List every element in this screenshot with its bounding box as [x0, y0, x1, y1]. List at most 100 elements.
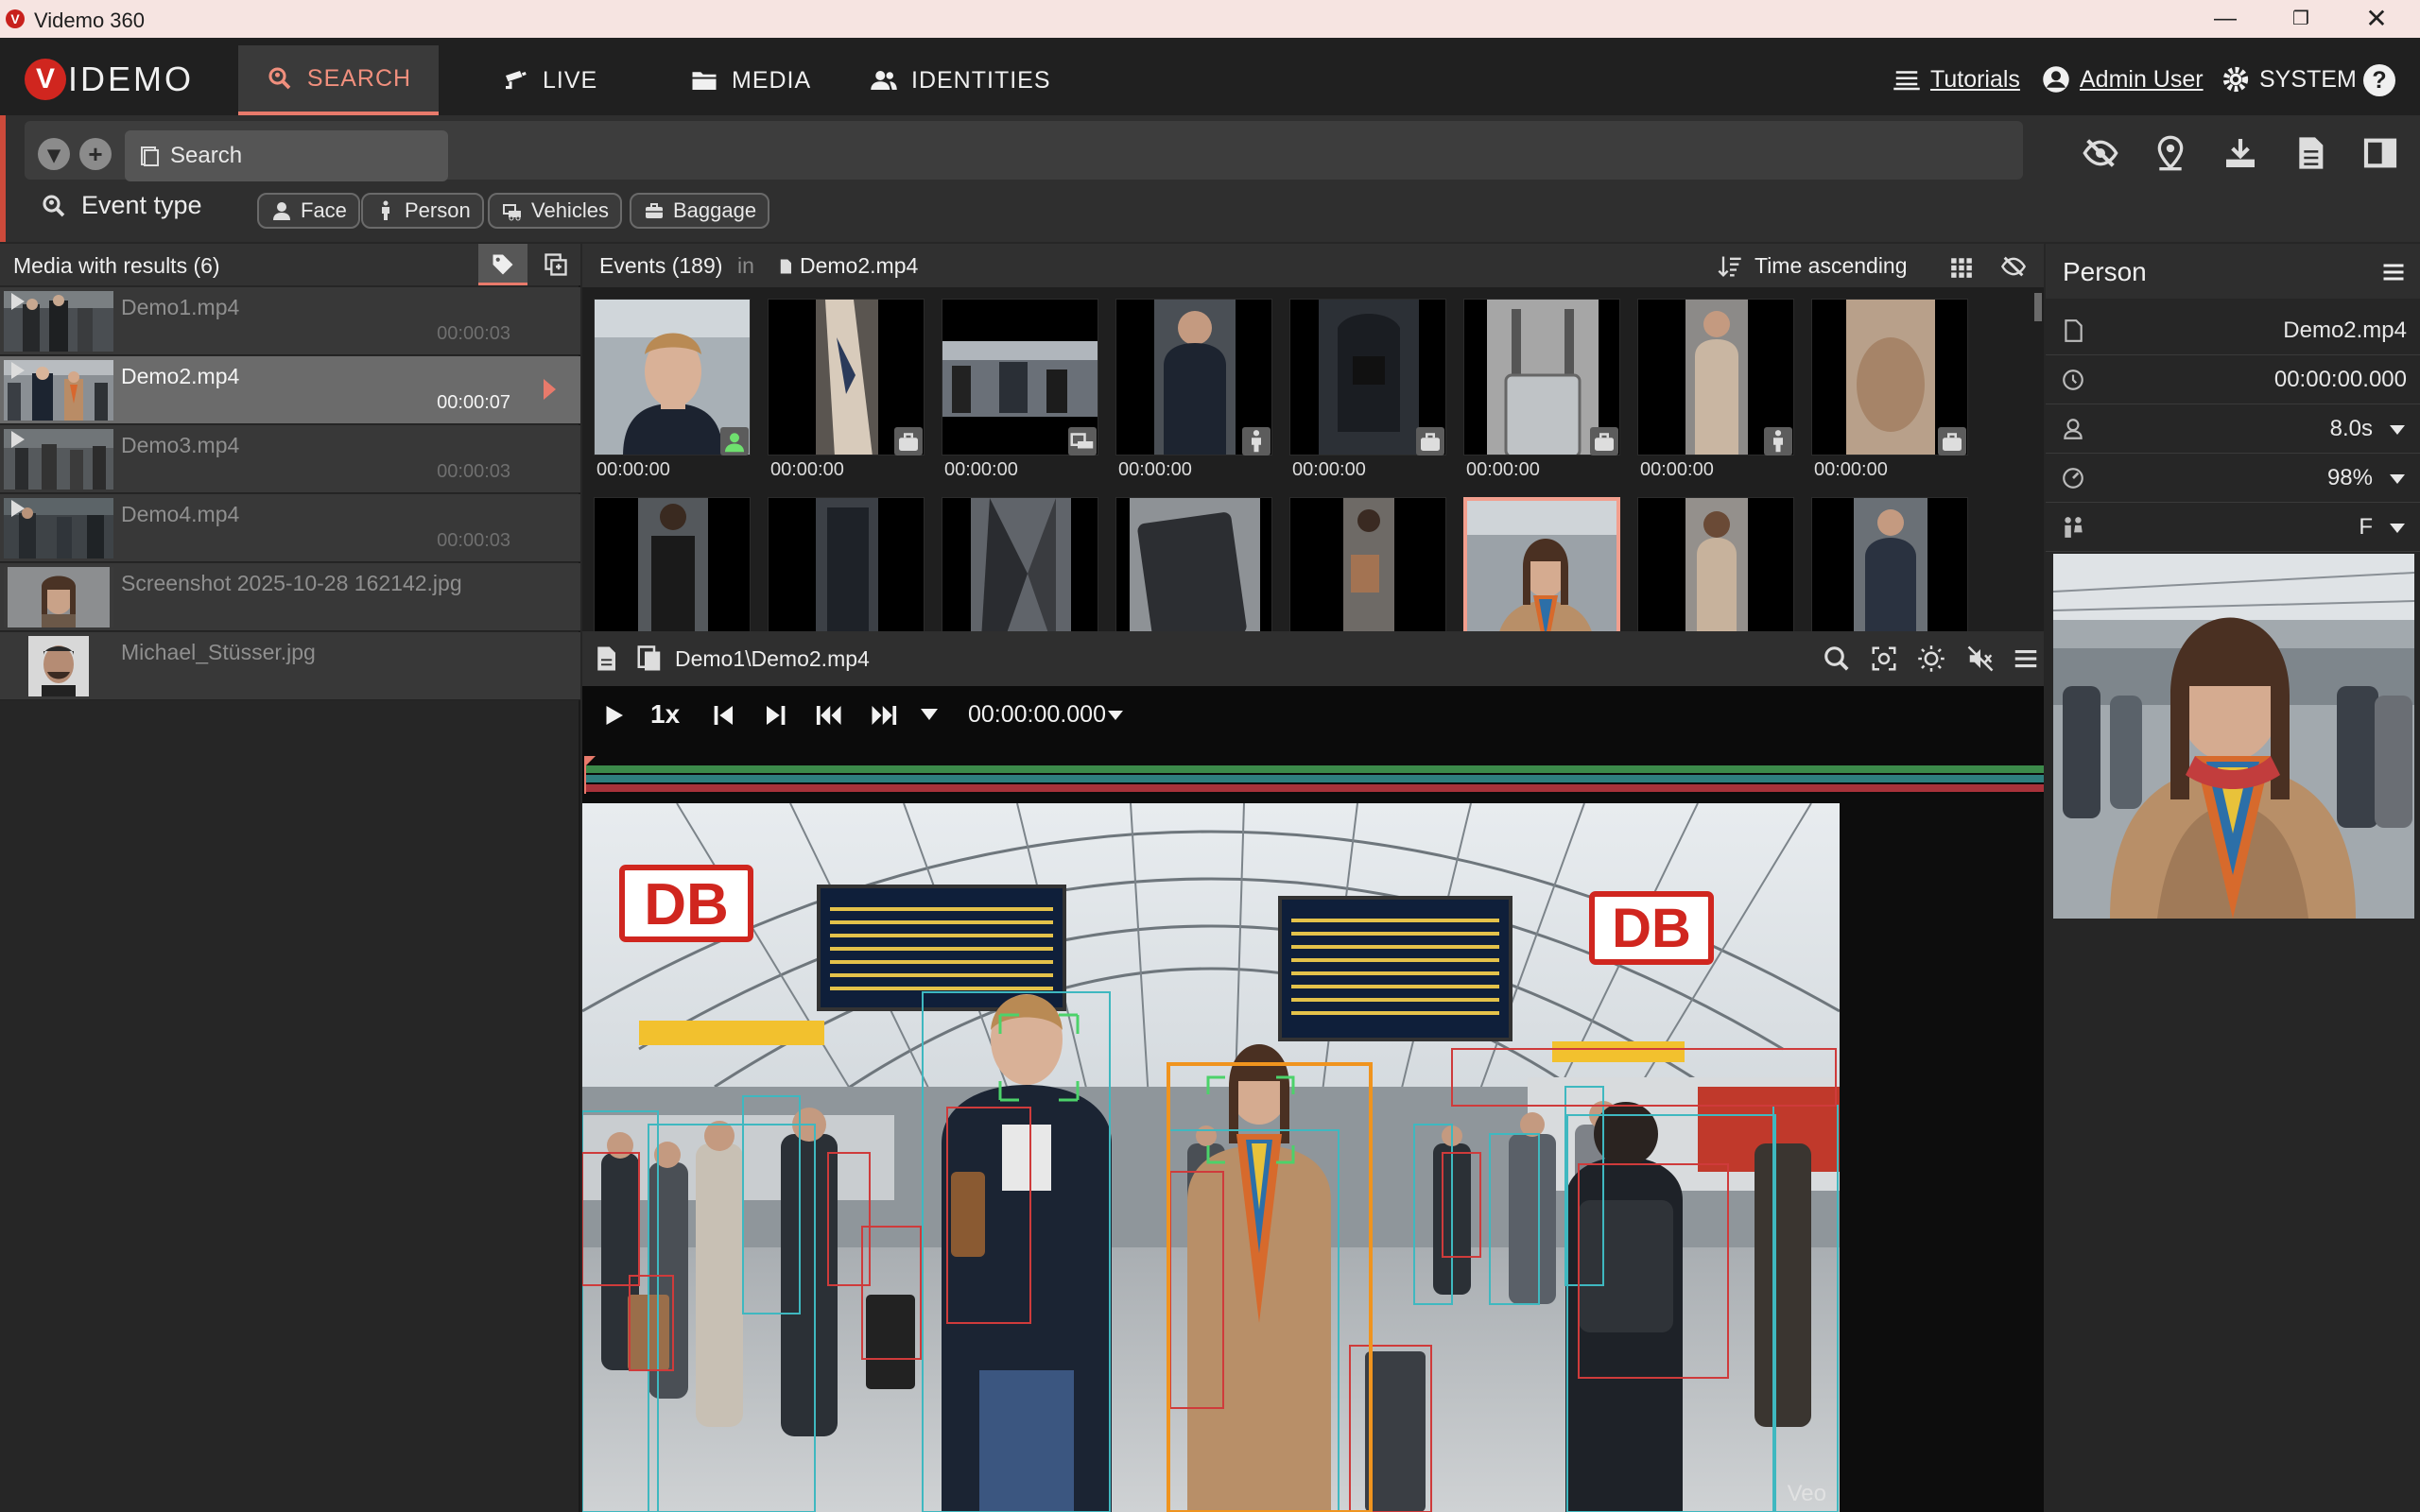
- user-name: Admin User: [2080, 65, 2204, 93]
- mute-icon: [1967, 645, 1994, 672]
- close-button[interactable]: ✕: [2341, 0, 2412, 38]
- user-menu[interactable]: Admin User: [2042, 62, 2204, 96]
- event-tile[interactable]: 00:00:00: [942, 299, 1098, 480]
- events-scrollbar[interactable]: [2034, 293, 2042, 321]
- media-item[interactable]: Michael_Stüsser.jpg: [0, 632, 580, 700]
- collapse-button[interactable]: ▾: [38, 138, 70, 170]
- detail-confidence-row[interactable]: 98%: [2046, 454, 2420, 503]
- event-tile[interactable]: [1811, 497, 1968, 631]
- media-path-button[interactable]: [635, 644, 664, 673]
- media-item-selected[interactable]: Demo2.mp4 00:00:07: [0, 356, 580, 424]
- search-bar: ▾ + Search: [25, 121, 2023, 181]
- speed-button[interactable]: 1x: [650, 699, 680, 729]
- prev-event-button[interactable]: [815, 701, 843, 730]
- sort-icon[interactable]: [1717, 253, 1743, 280]
- media-name: Demo4.mp4: [121, 502, 240, 526]
- person-badge-icon: [1242, 427, 1270, 455]
- download-button[interactable]: [2221, 134, 2259, 172]
- search-placeholder: Search: [170, 143, 243, 168]
- report-button[interactable]: [2291, 134, 2329, 172]
- panel-toggle-button[interactable]: [2361, 134, 2399, 172]
- events-title: Events (189): [599, 253, 723, 278]
- baggage-badge-icon: [1938, 427, 1966, 455]
- play-button[interactable]: [599, 701, 628, 730]
- baggage-badge-icon: [1590, 427, 1618, 455]
- hide-icon: [2083, 139, 2118, 167]
- file-button[interactable]: [592, 644, 620, 673]
- next-event-button[interactable]: [870, 701, 898, 730]
- event-tile[interactable]: [1637, 497, 1794, 631]
- snapshot-button[interactable]: [1870, 644, 1898, 673]
- timeline[interactable]: [582, 743, 2044, 794]
- event-type-label: Event type: [40, 191, 202, 220]
- tab-live[interactable]: LIVE: [463, 45, 635, 115]
- next-frame-button[interactable]: [762, 701, 790, 730]
- event-tile[interactable]: 00:00:00: [768, 299, 925, 480]
- tab-identities-label: IDENTITIES: [911, 66, 1051, 94]
- tab-search[interactable]: SEARCH: [238, 45, 439, 115]
- search-icon: [43, 194, 65, 216]
- tab-media[interactable]: MEDIA: [652, 45, 849, 115]
- zoom-button[interactable]: [1823, 644, 1851, 673]
- timecode[interactable]: 00:00:00.000: [968, 701, 1106, 730]
- mute-button[interactable]: [1966, 644, 1995, 673]
- skip-back-icon: [816, 706, 841, 725]
- prev-frame-button[interactable]: [709, 701, 737, 730]
- search-input[interactable]: Search: [125, 130, 448, 181]
- filter-person[interactable]: Person: [361, 193, 484, 229]
- events-in-label: in: [737, 253, 754, 278]
- event-tile-selected[interactable]: [1463, 497, 1620, 631]
- event-tile[interactable]: [1289, 497, 1446, 631]
- event-tile[interactable]: 00:00:00: [1115, 299, 1272, 480]
- chevron-down-icon: [2390, 474, 2405, 484]
- menu-icon[interactable]: [2380, 259, 2407, 285]
- media-item[interactable]: Demo4.mp4 00:00:03: [0, 494, 580, 562]
- chevron-down-icon: [2390, 524, 2405, 533]
- video-player: Demo1\Demo2.mp4 1x 00:00:00.000 DB DB Ve…: [582, 631, 2044, 1512]
- tutorials-link[interactable]: Tutorials: [1893, 62, 2020, 96]
- file-icon: [2065, 319, 2083, 342]
- media-item[interactable]: Screenshot 2025-10-28 162142.jpg: [0, 563, 580, 631]
- event-tile[interactable]: 00:00:00: [1637, 299, 1794, 480]
- media-item[interactable]: Demo1.mp4 00:00:03: [0, 287, 580, 355]
- help-button[interactable]: ?: [2363, 64, 2395, 96]
- event-tile[interactable]: 00:00:00: [1289, 299, 1446, 480]
- event-time: 00:00:00: [770, 459, 844, 480]
- sort-label[interactable]: Time ascending: [1754, 253, 1908, 279]
- hide-icon[interactable]: [2000, 253, 2027, 280]
- track-baggage: [586, 784, 2044, 792]
- tab-identities[interactable]: IDENTITIES: [832, 45, 1089, 115]
- more-controls-dropdown[interactable]: [921, 709, 938, 720]
- brightness-button[interactable]: [1917, 644, 1945, 673]
- filter-vehicles[interactable]: Vehicles: [488, 193, 622, 229]
- restore-button[interactable]: ❐: [2265, 0, 2337, 38]
- copy-button[interactable]: [535, 244, 577, 285]
- event-tile[interactable]: 00:00:00: [1811, 299, 1968, 480]
- player-menu-button[interactable]: [2012, 644, 2040, 673]
- add-filter-button[interactable]: +: [79, 138, 112, 170]
- event-tile[interactable]: [942, 497, 1098, 631]
- event-tile[interactable]: [768, 497, 925, 631]
- filter-face[interactable]: Face: [257, 193, 360, 229]
- location-button[interactable]: [2152, 134, 2189, 172]
- minimize-button[interactable]: —: [2189, 0, 2261, 38]
- system-menu[interactable]: SYSTEM: [2221, 62, 2357, 96]
- grid-icon[interactable]: [1949, 255, 1974, 280]
- event-tile[interactable]: [594, 497, 751, 631]
- tags-button[interactable]: [478, 244, 527, 285]
- detail-gender-row[interactable]: F: [2046, 503, 2420, 552]
- event-tile[interactable]: 00:00:00: [594, 299, 751, 480]
- main-navbar: V IDEMO SEARCH LIVE MEDIA IDENTITIES Tut…: [0, 38, 2420, 115]
- media-item[interactable]: Demo3.mp4 00:00:03: [0, 425, 580, 493]
- detail-file: Demo2.mp4: [2283, 318, 2407, 343]
- detail-duration-row[interactable]: 8.0s: [2046, 404, 2420, 454]
- events-panel: Events (189) in Demo2.mp4 Time ascending…: [582, 244, 2044, 631]
- timecode-dropdown[interactable]: [1108, 711, 1123, 720]
- video-frame[interactable]: DB DB Veo: [582, 803, 1840, 1512]
- filter-person-label: Person: [405, 198, 471, 222]
- event-tile[interactable]: 00:00:00: [1463, 299, 1620, 480]
- event-tile[interactable]: [1115, 497, 1272, 631]
- hide-results-button[interactable]: [2082, 134, 2119, 172]
- logo-wordmark: IDEMO: [68, 60, 195, 98]
- filter-baggage[interactable]: Baggage: [630, 193, 770, 229]
